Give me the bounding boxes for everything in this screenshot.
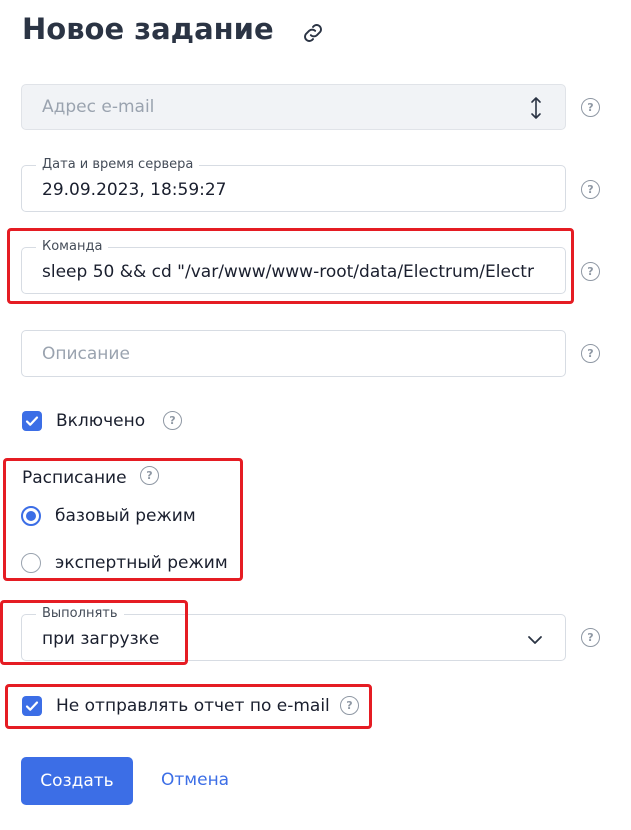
cancel-button[interactable]: Отмена [161,770,229,790]
email-help-icon[interactable]: ? [581,98,600,117]
chevron-down-icon [527,631,543,650]
enabled-help-icon[interactable]: ? [163,411,182,430]
command-value: sleep 50 && cd "/var/www/www-root/data/E… [42,262,534,282]
page-title: Новое задание [22,12,274,46]
server-datetime-field[interactable]: Дата и время сервера 29.09.2023, 18:59:2… [21,157,566,212]
link-icon[interactable] [300,20,326,46]
radio-basic-mode-label: базовый режим [55,506,196,526]
command-field[interactable]: Команда sleep 50 && cd "/var/www/www-roo… [21,239,566,294]
no-email-report-checkbox[interactable] [22,696,42,716]
email-placeholder: Адрес e-mail [42,97,155,117]
radio-expert-mode-label: экспертный режим [55,553,228,573]
sort-arrows-icon [529,96,543,124]
description-field[interactable]: Описание [21,330,566,377]
email-select[interactable]: Адрес e-mail [21,84,566,130]
command-label: Команда [36,239,109,254]
no-email-help-icon[interactable]: ? [340,696,359,715]
description-help-icon[interactable]: ? [581,344,600,363]
server-datetime-value: 29.09.2023, 18:59:27 [42,180,227,200]
radio-basic-mode[interactable] [21,506,41,526]
schedule-help-icon[interactable]: ? [140,466,159,485]
radio-expert-mode[interactable] [21,553,41,573]
enabled-checkbox[interactable] [22,411,42,431]
command-help-icon[interactable]: ? [581,262,600,281]
description-placeholder: Описание [42,344,130,364]
server-datetime-label: Дата и время сервера [36,157,200,172]
run-help-icon[interactable]: ? [581,628,600,647]
create-button[interactable]: Создать [21,757,133,805]
schedule-label: Расписание [22,468,127,488]
enabled-label: Включено [56,411,146,431]
highlight-run [0,600,188,665]
datetime-help-icon[interactable]: ? [581,180,600,199]
no-email-report-label: Не отправлять отчет по e-mail [56,696,330,716]
